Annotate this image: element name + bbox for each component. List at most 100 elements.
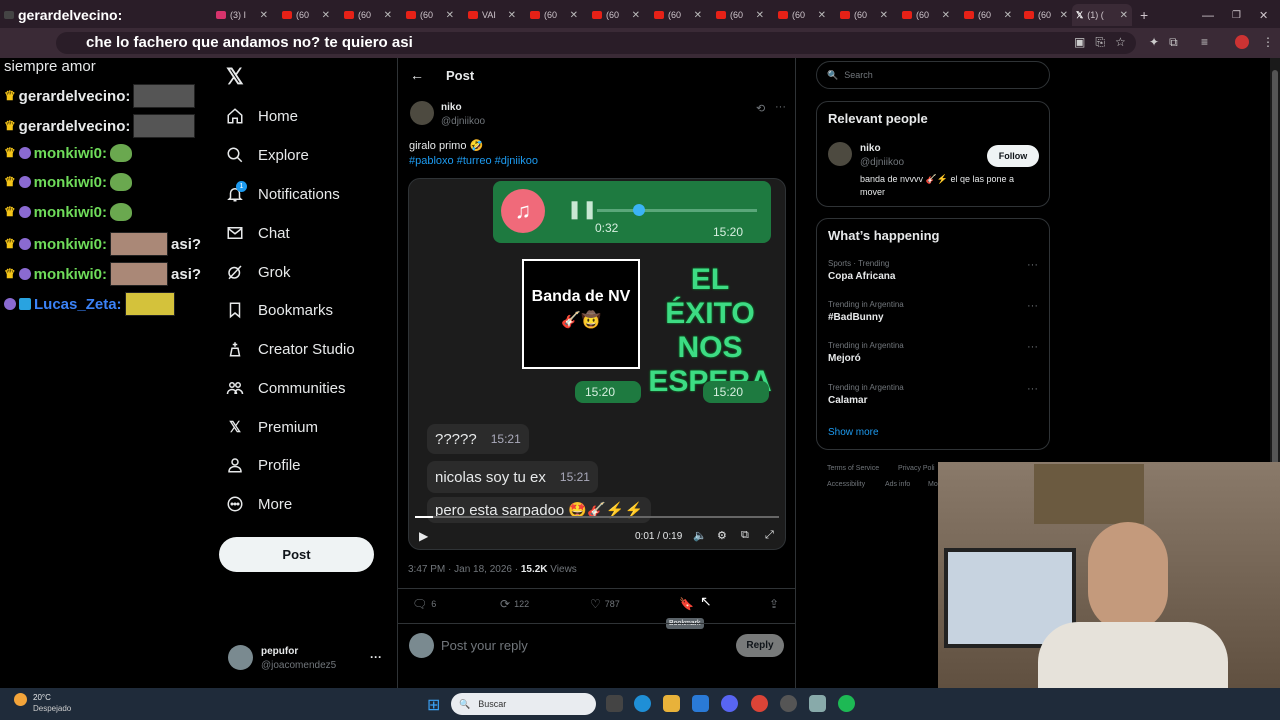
task-view-icon[interactable] <box>606 695 623 712</box>
close-icon[interactable]: ✕ <box>322 10 334 21</box>
bookmark-button[interactable]: 🔖 <box>679 597 694 611</box>
play-icon[interactable]: ▶ <box>419 529 428 543</box>
avatar[interactable] <box>828 142 852 166</box>
nav-item-creator-studio[interactable]: Creator Studio <box>226 335 355 363</box>
trend-item[interactable]: Trending in Argentina #BadBunny ··· <box>828 300 1038 323</box>
nav-item-chat[interactable]: Chat <box>226 219 290 247</box>
pip-icon[interactable]: ⧉ <box>741 529 749 542</box>
x-logo-icon[interactable]: 𝕏 <box>226 64 244 90</box>
browser-tab[interactable]: (60 ✕ <box>712 4 768 26</box>
store-icon[interactable] <box>692 695 709 712</box>
settings-icon[interactable] <box>809 695 826 712</box>
discord-icon[interactable] <box>721 695 738 712</box>
new-tab-button[interactable]: + <box>1136 4 1156 26</box>
share-button[interactable]: ⇪ <box>769 597 779 611</box>
edge-icon[interactable] <box>634 695 651 712</box>
browser-tab[interactable]: (60 ✕ <box>650 4 706 26</box>
footer-link[interactable]: Terms of Service <box>827 465 879 472</box>
video-progress-track[interactable] <box>415 516 779 518</box>
browser-tab[interactable]: (60 ✕ <box>526 4 582 26</box>
browser-tab[interactable]: gerardelvecino: <box>0 4 200 26</box>
browser-tab[interactable]: (60 ✕ <box>1020 4 1072 26</box>
fullscreen-icon[interactable]: ⤢ <box>765 529 774 542</box>
post-hashtags[interactable]: #pabloxo #turreo #djniikoo <box>409 155 538 167</box>
nav-item-communities[interactable]: Communities <box>226 374 346 402</box>
close-icon[interactable]: ✕ <box>694 10 706 21</box>
settings-icon[interactable]: ⚙ <box>717 529 727 542</box>
person-name[interactable]: niko <box>860 143 881 154</box>
nav-item-grok[interactable]: Grok <box>226 258 291 286</box>
show-more-link[interactable]: Show more <box>828 427 879 438</box>
trend-item[interactable]: Sports · Trending Copa Africana ··· <box>828 259 1038 282</box>
more-icon[interactable]: ··· <box>775 101 786 113</box>
browser-extension-icons[interactable]: ▣⎘☆ ✦⧉ ≡ <box>1074 35 1218 50</box>
close-icon[interactable]: ✕ <box>260 10 272 21</box>
browser-tab-active[interactable]: 𝕏 (1) (✕ <box>1072 4 1132 26</box>
post-video[interactable]: ♫ ❚❚ 0:32 15:20 Banda de NV 🎸🤠 EL ÉXITO … <box>408 178 786 550</box>
menu-icon[interactable]: ⋮ <box>1262 35 1274 49</box>
close-icon[interactable]: ✕ <box>880 10 892 21</box>
maximize-icon[interactable]: ❐ <box>1228 4 1241 26</box>
close-icon[interactable]: ✕ <box>570 10 582 21</box>
footer-link[interactable]: Accessibility <box>827 481 865 488</box>
close-icon[interactable]: ✕ <box>508 10 520 21</box>
avatar[interactable] <box>1235 35 1249 49</box>
account-more-button[interactable]: ··· <box>370 650 382 664</box>
avatar[interactable] <box>228 645 253 670</box>
nav-item-bookmarks[interactable]: Bookmarks <box>226 296 333 324</box>
windows-start-icon[interactable]: ⊞ <box>427 695 440 715</box>
nav-item-premium[interactable]: 𝕏 Premium <box>226 413 318 441</box>
repost-button[interactable]: ⟳ 122 <box>500 597 529 611</box>
close-icon[interactable]: ✕ <box>942 10 954 21</box>
browser-tab[interactable]: (60 ✕ <box>774 4 830 26</box>
nav-item-home[interactable]: Home <box>226 102 298 130</box>
close-icon[interactable]: ✕ <box>1120 10 1132 21</box>
obs-icon[interactable] <box>780 695 797 712</box>
nav-item-profile[interactable]: Profile <box>226 451 301 479</box>
more-icon[interactable]: ··· <box>1027 259 1038 271</box>
browser-tab[interactable]: (60 ✕ <box>340 4 396 26</box>
close-icon[interactable]: ✕ <box>446 10 458 21</box>
browser-tab[interactable]: (60 ✕ <box>278 4 334 26</box>
weather-icon[interactable] <box>14 693 27 706</box>
footer-link[interactable]: Mo <box>928 481 938 488</box>
close-icon[interactable]: ✕ <box>818 10 830 21</box>
avatar[interactable] <box>410 101 434 125</box>
close-icon[interactable]: ✕ <box>756 10 768 21</box>
more-icon[interactable]: ··· <box>1027 341 1038 353</box>
like-button[interactable]: ♡ 787 <box>590 597 620 611</box>
trend-item[interactable]: Trending in Argentina Calamar ··· <box>828 383 1038 406</box>
close-icon[interactable]: ✕ <box>1060 10 1072 21</box>
browser-tab[interactable]: VAI ✕ <box>464 4 520 26</box>
grok-icon[interactable]: ⟲ <box>756 102 765 115</box>
more-icon[interactable]: ··· <box>1027 300 1038 312</box>
nav-item-explore[interactable]: Explore <box>226 141 309 169</box>
taskbar-search[interactable]: 🔍 Buscar <box>451 693 596 715</box>
nav-item-more[interactable]: More <box>226 490 292 518</box>
minimize-icon[interactable]: — <box>1198 4 1214 26</box>
person-handle[interactable]: @djniikoo <box>860 157 904 168</box>
browser-tab[interactable]: (60 ✕ <box>898 4 954 26</box>
close-icon[interactable]: ✕ <box>384 10 396 21</box>
back-arrow-icon[interactable]: ← <box>410 67 424 83</box>
search-input[interactable]: 🔍 Search <box>816 61 1050 89</box>
author-handle[interactable]: @djniikoo <box>441 116 485 127</box>
close-icon[interactable]: ✕ <box>632 10 644 21</box>
reply-input[interactable]: Post your reply <box>441 638 528 653</box>
window-close-icon[interactable]: ✕ <box>1255 4 1268 26</box>
footer-link[interactable]: Ads info <box>885 481 910 488</box>
browser-tab[interactable]: (3) I ✕ <box>212 4 272 26</box>
close-icon[interactable]: ✕ <box>1004 10 1016 21</box>
browser-tab[interactable]: (60 ✕ <box>402 4 458 26</box>
chrome-icon[interactable] <box>751 695 768 712</box>
post-button[interactable]: Post <box>219 537 374 572</box>
follow-button[interactable]: Follow <box>987 145 1039 167</box>
spotify-icon[interactable] <box>838 695 855 712</box>
browser-tab[interactable]: (60 ✕ <box>960 4 1016 26</box>
footer-link[interactable]: Privacy Poli <box>898 465 935 472</box>
trend-item[interactable]: Trending in Argentina Mejoró ··· <box>828 341 1038 364</box>
volume-icon[interactable]: 🔈 <box>693 529 707 542</box>
file-explorer-icon[interactable] <box>663 695 680 712</box>
browser-tab[interactable]: (60 ✕ <box>836 4 892 26</box>
reply-button-submit[interactable]: Reply <box>736 634 784 657</box>
